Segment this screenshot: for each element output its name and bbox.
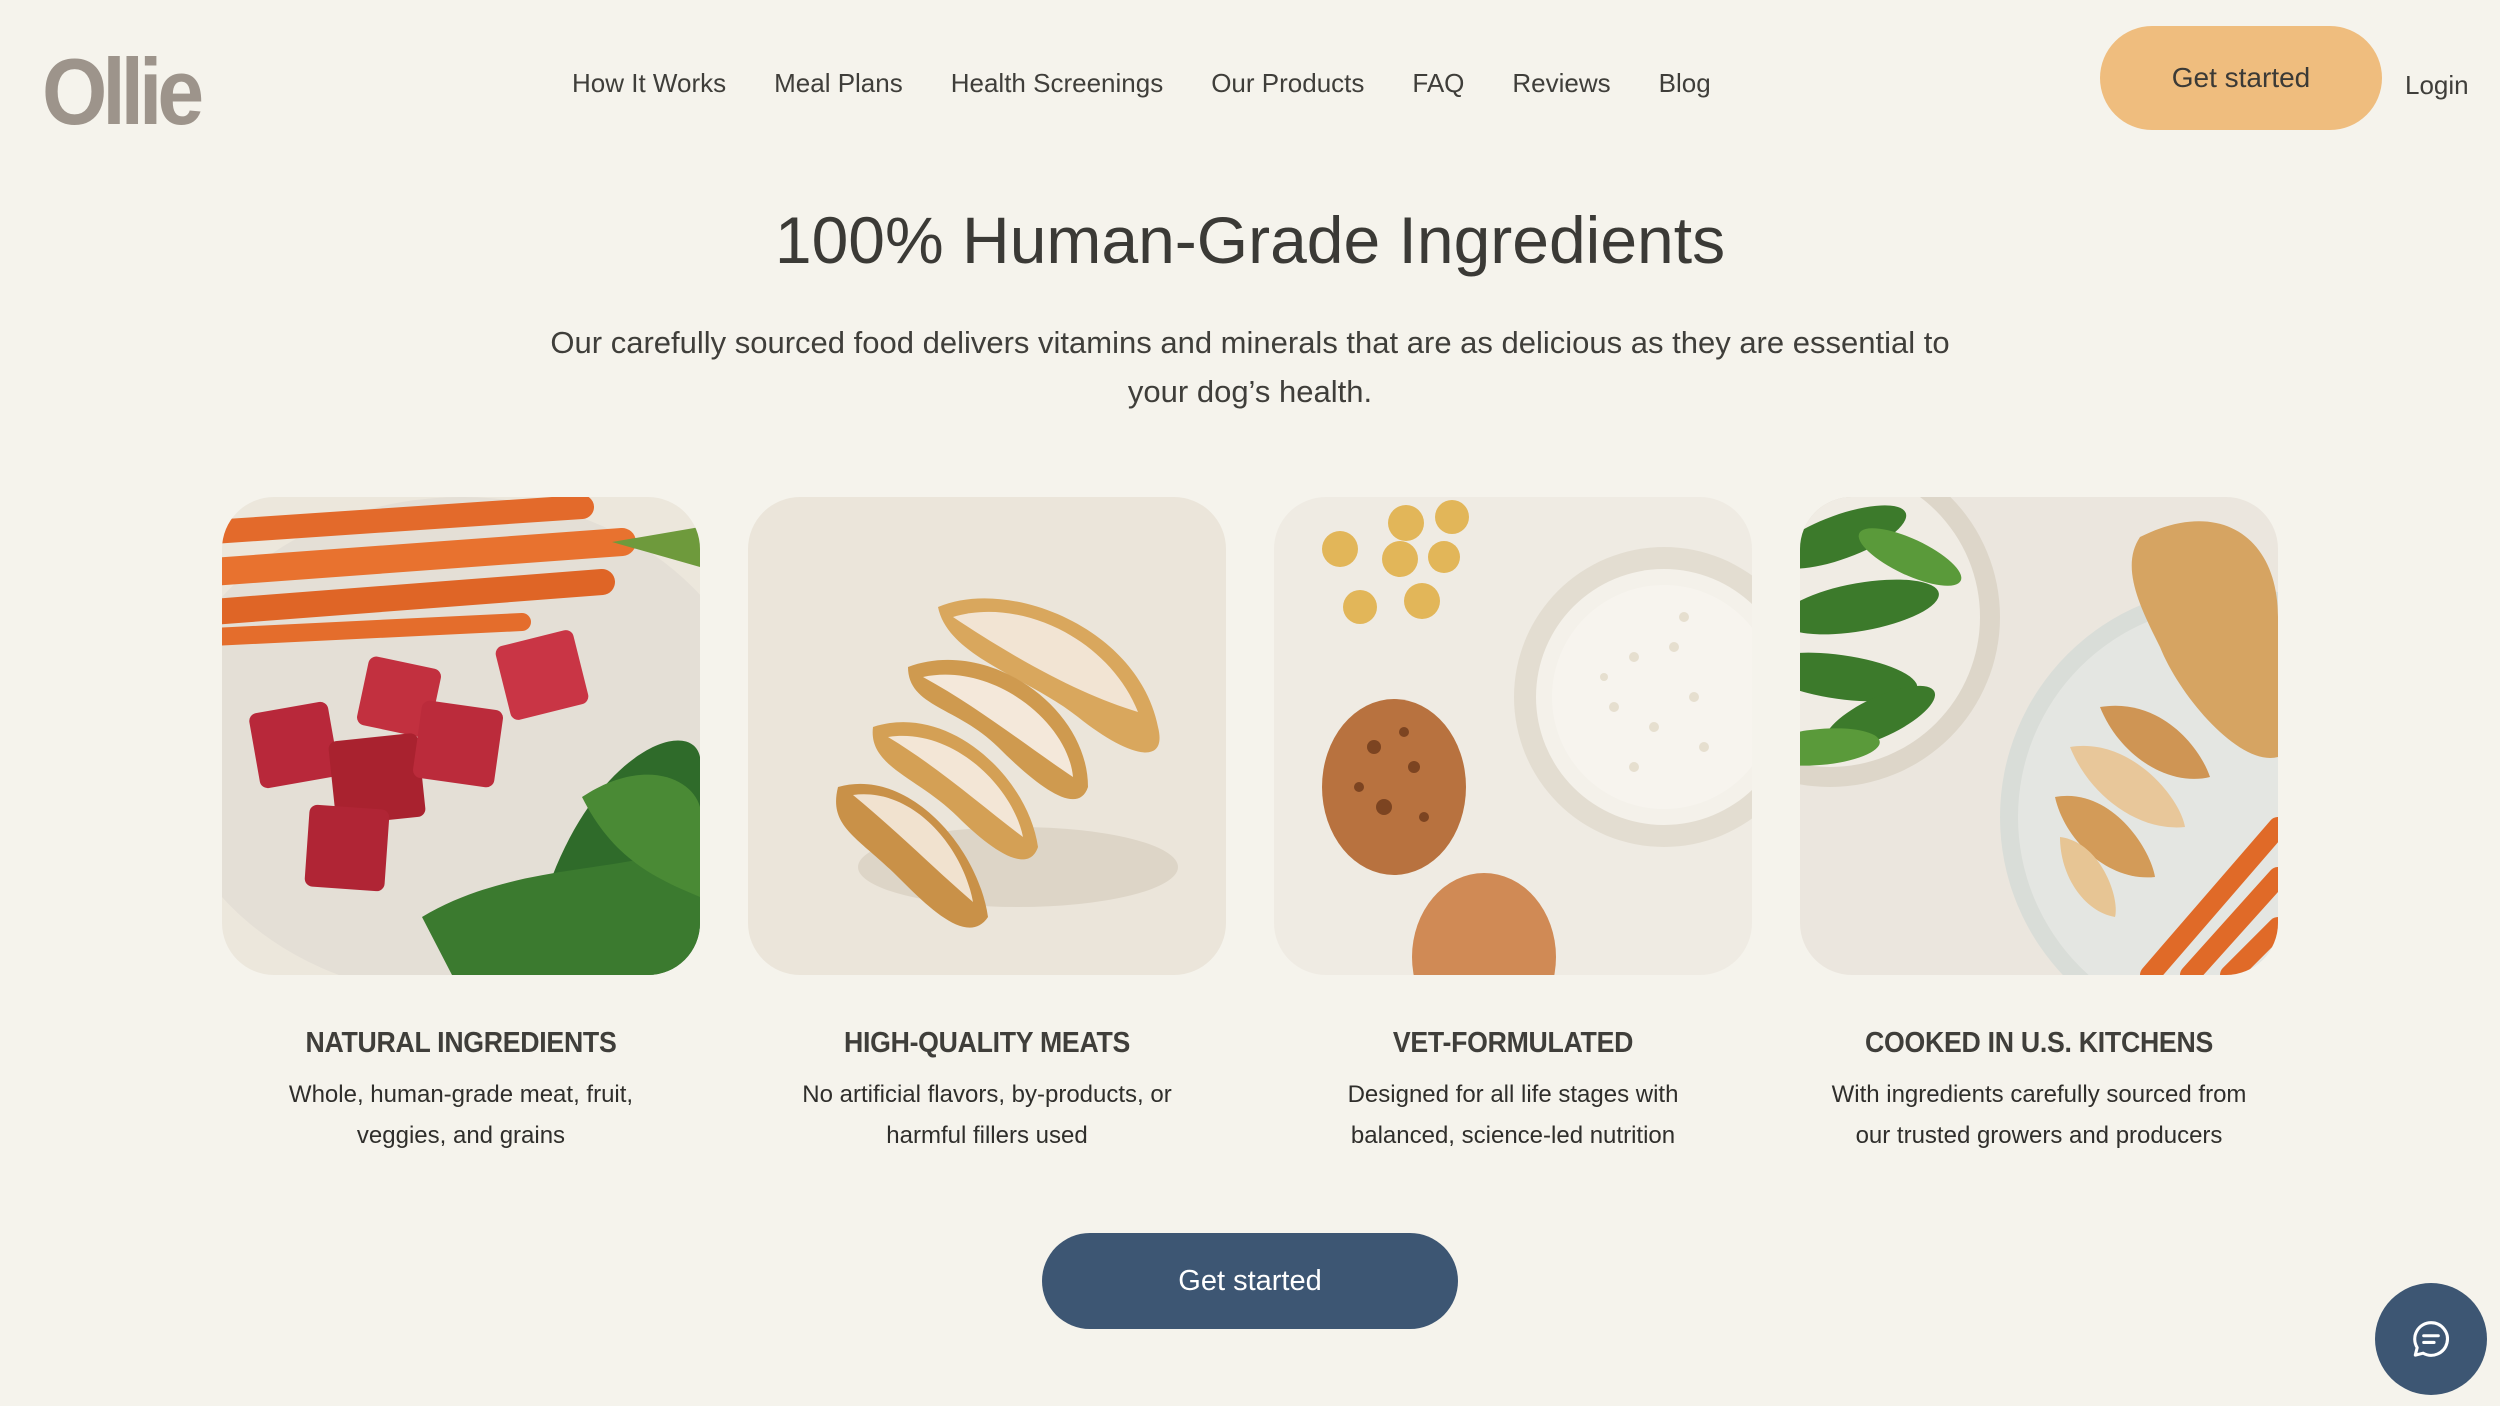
- card-title: COOKED IN U.S. KITCHENS: [1865, 1027, 2213, 1059]
- nav-blog[interactable]: Blog: [1659, 68, 1711, 99]
- feature-card-vet-formulated: VET-FORMULATED Designed for all life sta…: [1274, 497, 1752, 1156]
- card-title: NATURAL INGREDIENTS: [305, 1027, 617, 1059]
- ollie-logo[interactable]: Ollie: [42, 38, 204, 147]
- header-get-started-button[interactable]: Get started: [2100, 26, 2382, 130]
- nav-how-it-works[interactable]: How It Works: [572, 68, 726, 99]
- card-description: Designed for all life stages with balanc…: [1274, 1074, 1752, 1156]
- card-description-line-2: harmful fillers used: [886, 1122, 1088, 1149]
- card-description-line-2: our trusted growers and producers: [1855, 1122, 2223, 1149]
- hero-subtitle: Our carefully sourced food delivers vita…: [530, 318, 1970, 416]
- chat-bubble-icon: [2413, 1321, 2449, 1357]
- get-started-button[interactable]: Get started: [1042, 1233, 1458, 1329]
- hero-subtitle-line-2: your dog’s health.: [1127, 374, 1373, 409]
- page-title: 100% Human-Grade Ingredients: [774, 203, 1726, 277]
- main-nav: How It Works Meal Plans Health Screening…: [572, 68, 1759, 99]
- nav-faq[interactable]: FAQ: [1412, 68, 1464, 99]
- card-description-line-1: Designed for all life stages with: [1347, 1081, 1679, 1108]
- feature-card-cooked-in-us-kitchens: COOKED IN U.S. KITCHENS With ingredients…: [1800, 497, 2278, 1156]
- card-title: HIGH-QUALITY MEATS: [843, 1027, 1131, 1059]
- card-description: No artificial flavors, by-products, or h…: [748, 1074, 1226, 1156]
- page: Ollie How It Works Meal Plans Health Scr…: [0, 0, 2500, 1406]
- feature-card-high-quality-meats: HIGH-QUALITY MEATS No artificial flavors…: [748, 497, 1226, 1156]
- feature-card-natural-ingredients: NATURAL INGREDIENTS Whole, human-grade m…: [222, 497, 700, 1156]
- card-description-line-2: balanced, science-led nutrition: [1350, 1122, 1676, 1149]
- card-description-line-1: With ingredients carefully sourced from: [1831, 1081, 2247, 1108]
- chat-button[interactable]: [2375, 1283, 2487, 1395]
- card-description-line-1: No artificial flavors, by-products, or: [802, 1081, 1172, 1108]
- eggs-chickpeas-rice-photo: [1274, 497, 1752, 975]
- card-title: VET-FORMULATED: [1392, 1027, 1634, 1059]
- hero-subtitle-line-1: Our carefully sourced food delivers vita…: [550, 325, 1950, 360]
- login-link[interactable]: Login: [2405, 70, 2469, 101]
- card-description-line-1: Whole, human-grade meat, fruit,: [288, 1081, 634, 1108]
- nav-our-products[interactable]: Our Products: [1211, 68, 1364, 99]
- chicken-peas-carrots-photo: [1800, 497, 2278, 975]
- nav-meal-plans[interactable]: Meal Plans: [774, 68, 903, 99]
- nav-health-screenings[interactable]: Health Screenings: [951, 68, 1163, 99]
- card-description-line-2: veggies, and grains: [356, 1122, 566, 1149]
- nav-reviews[interactable]: Reviews: [1512, 68, 1610, 99]
- card-description: With ingredients carefully sourced from …: [1800, 1074, 2278, 1156]
- beef-carrots-spinach-photo: [222, 497, 700, 975]
- sliced-chicken-photo: [748, 497, 1226, 975]
- card-description: Whole, human-grade meat, fruit, veggies,…: [222, 1074, 700, 1156]
